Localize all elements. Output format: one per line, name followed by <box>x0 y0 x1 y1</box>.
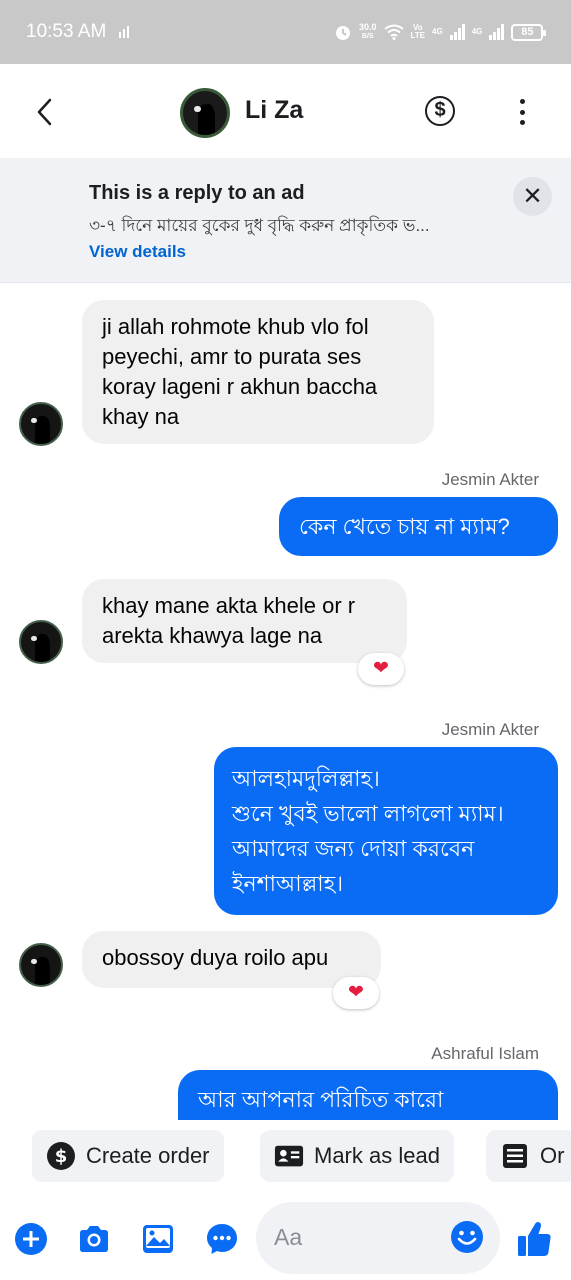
sender-avatar[interactable] <box>19 402 63 446</box>
message-bubble-outgoing[interactable]: আর আপনার পরিচিত কারো <box>178 1070 558 1120</box>
ad-banner-title: This is a reply to an ad <box>89 182 305 204</box>
status-indicators: 30.0 B/S Vo LTE 4G 4G 85 <box>334 18 547 46</box>
create-order-label: Create order <box>86 1143 210 1168</box>
sender-avatar[interactable] <box>19 943 63 987</box>
contact-avatar[interactable] <box>180 88 230 138</box>
order-list-icon <box>500 1141 530 1171</box>
message-list[interactable]: ji allah rohmote khub vlo fol peyechi, a… <box>0 284 571 1120</box>
camera-icon[interactable] <box>77 1222 111 1256</box>
battery-icon: 85 <box>511 23 547 41</box>
quick-actions-bar[interactable]: $ Create order Mark as lead Or <box>0 1120 571 1196</box>
view-details-link[interactable]: View details <box>89 242 186 261</box>
alarm-icon <box>336 26 350 40</box>
sender-name: Jesmin Akter <box>441 720 539 739</box>
ad-description-text: ৩-৭ দিনে মায়ের বুকের দুধ বৃদ্ধি করুন প্… <box>89 216 430 235</box>
thumbs-up-icon[interactable] <box>516 1220 552 1258</box>
order-label: Or <box>540 1143 565 1168</box>
heart-reaction-icon[interactable]: ❤ <box>333 977 379 1009</box>
status-time: 10:53 AM <box>26 21 107 42</box>
svg-text:$: $ <box>55 1146 68 1167</box>
message-input[interactable]: Aa <box>256 1202 500 1274</box>
chevron-left-icon <box>37 98 52 126</box>
ad-banner-description: ৩-৭ দিনে মায়ের বুকের দুধ বৃদ্ধি করুন প্… <box>89 213 469 265</box>
emoji-icon[interactable] <box>450 1220 484 1254</box>
gallery-icon[interactable] <box>141 1222 175 1256</box>
message-bubble-incoming[interactable]: khay mane akta khele or r arekta khawya … <box>82 579 407 663</box>
mark-as-lead-label: Mark as lead <box>314 1143 440 1168</box>
network-type-2: 4G <box>471 27 483 36</box>
message-bubble-incoming[interactable]: obossoy duya roilo apu <box>82 931 381 988</box>
close-icon[interactable]: ✕ <box>513 177 552 216</box>
message-composer: Aa <box>0 1196 571 1280</box>
network-speed: 30.0 B/S <box>359 23 377 41</box>
chat-bubble-icon[interactable] <box>205 1222 239 1256</box>
volte-bottom: LTE <box>410 31 426 40</box>
ad-reply-banner: This is a reply to an ad ৩-৭ দিনে মায়ের… <box>0 158 571 283</box>
status-bar: 10:53 AM 30.0 B/S Vo LTE 4G 4G 85 <box>0 0 571 64</box>
order-button[interactable]: Or <box>486 1130 571 1182</box>
contact-card-icon <box>274 1141 304 1171</box>
plus-icon[interactable] <box>14 1222 48 1256</box>
signal-icon-2 <box>489 24 505 40</box>
dollar-circle-icon: $ <box>46 1141 76 1171</box>
sender-avatar[interactable] <box>19 620 63 664</box>
wifi-icon <box>383 24 404 40</box>
volte-indicator: Vo LTE <box>411 24 426 40</box>
dollar-icon[interactable]: $ <box>425 96 455 126</box>
heart-reaction-icon[interactable]: ❤ <box>358 653 404 685</box>
message-bubble-outgoing[interactable]: কেন খেতে চায় না ম্যাম? <box>279 497 558 556</box>
network-type-1: 4G <box>432 27 443 36</box>
more-vertical-icon[interactable] <box>514 99 530 125</box>
sender-name: Jesmin Akter <box>441 470 539 489</box>
sender-name: Ashraful Islam <box>431 1044 539 1063</box>
conversation-header: Li Za $ <box>0 64 571 158</box>
notification-signal-icon <box>119 26 129 38</box>
message-input-placeholder: Aa <box>274 1224 303 1250</box>
mark-as-lead-button[interactable]: Mark as lead <box>260 1130 454 1182</box>
message-bubble-outgoing[interactable]: আলহামদুলিল্লাহ। শুনে খুবই ভালো লাগলো ম্য… <box>214 747 558 915</box>
contact-name[interactable]: Li Za <box>245 96 303 125</box>
create-order-button[interactable]: $ Create order <box>32 1130 224 1182</box>
message-bubble-incoming[interactable]: ji allah rohmote khub vlo fol peyechi, a… <box>82 300 434 444</box>
network-speed-unit: B/S <box>361 33 374 40</box>
back-button[interactable] <box>30 94 62 130</box>
network-speed-value: 30.0 <box>359 22 377 32</box>
signal-icon-1 <box>449 24 465 40</box>
